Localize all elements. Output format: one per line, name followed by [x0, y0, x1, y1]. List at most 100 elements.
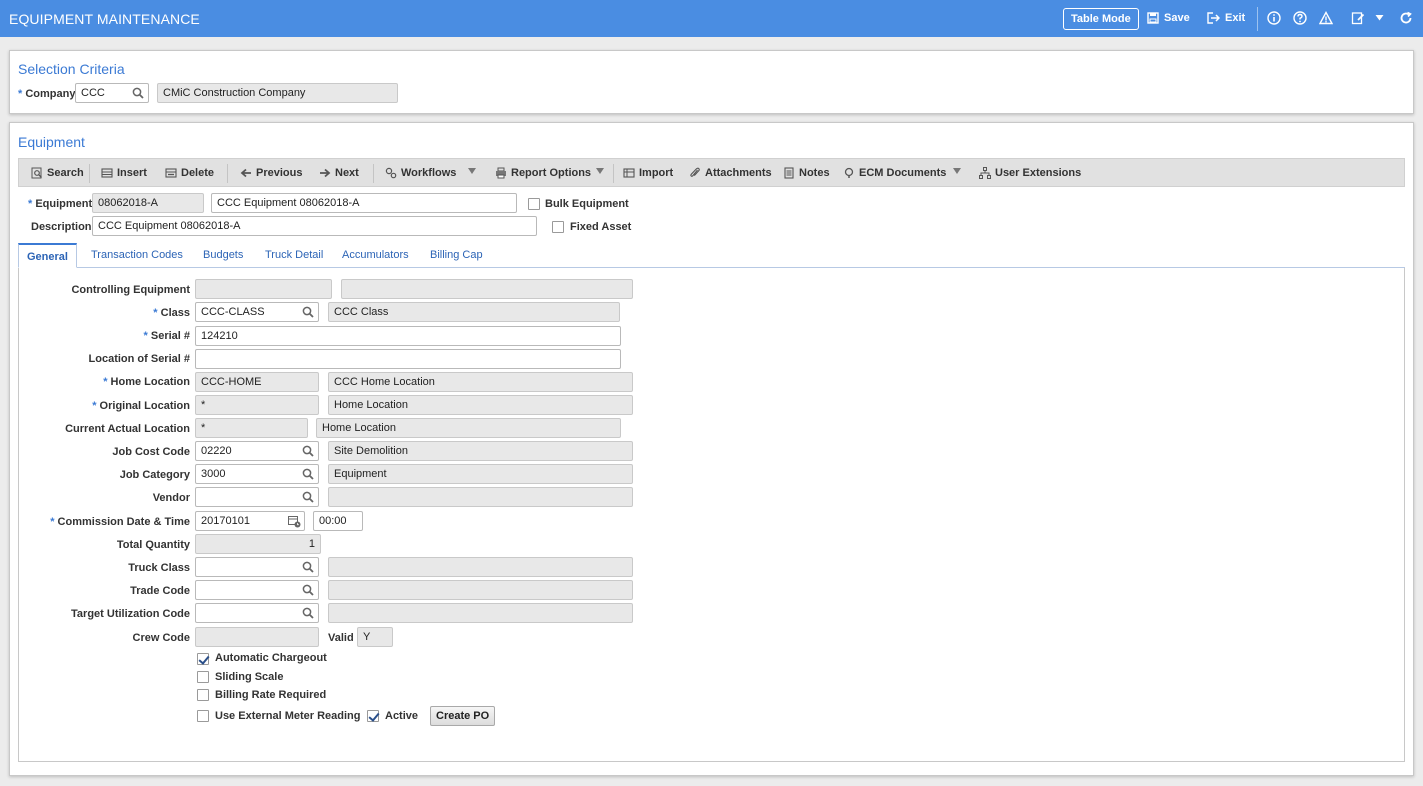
crew-code-label: Crew Code — [132, 632, 190, 644]
fixed-asset-label: Fixed Asset — [570, 221, 632, 233]
sliding-scale-label: Sliding Scale — [215, 671, 284, 683]
job-category-input[interactable]: 3000 — [195, 464, 319, 484]
automatic-chargeout-checkbox[interactable] — [197, 653, 209, 665]
original-location-label: * Original Location — [92, 400, 190, 412]
ecm-documents-dropdown-icon[interactable] — [953, 168, 961, 174]
location-of-serial-input[interactable] — [195, 349, 621, 369]
save-icon — [1147, 12, 1159, 24]
save-label: Save — [1164, 12, 1190, 24]
attachments-button[interactable]: Attachments — [689, 167, 772, 179]
info-icon[interactable] — [1267, 11, 1281, 25]
warning-icon[interactable] — [1319, 11, 1333, 25]
target-utilization-code-desc — [328, 603, 633, 623]
search-icon[interactable] — [132, 87, 144, 99]
active-label: Active — [385, 710, 419, 722]
search-button[interactable]: Search — [31, 167, 84, 179]
paperclip-icon — [690, 167, 700, 177]
vendor-desc — [328, 487, 633, 507]
location-of-serial-label: Location of Serial # — [88, 353, 190, 365]
ecm-documents-button[interactable]: ECM Documents — [843, 167, 946, 179]
total-quantity-field: 1 — [195, 534, 321, 554]
target-utilization-code-label: Target Utilization Code — [71, 608, 190, 620]
toolbar-divider — [89, 164, 90, 183]
toolbar-divider — [373, 164, 374, 183]
truck-class-label: Truck Class — [128, 562, 190, 574]
edit-notes-icon[interactable] — [1351, 11, 1365, 25]
vendor-input[interactable] — [195, 487, 319, 507]
notes-icon — [784, 167, 794, 179]
job-cost-code-desc: Site Demolition — [328, 441, 633, 461]
sliding-scale-checkbox[interactable] — [197, 671, 209, 683]
refresh-icon[interactable] — [1399, 11, 1413, 25]
tab-billing-cap[interactable]: Billing Cap — [430, 249, 483, 261]
truck-class-desc — [328, 557, 633, 577]
billing-rate-required-checkbox[interactable] — [197, 689, 209, 701]
bulk-equipment-checkbox[interactable] — [528, 198, 540, 210]
insert-icon — [101, 168, 113, 178]
selection-criteria-panel: Selection Criteria * Company CCC CMiC Co… — [9, 50, 1414, 114]
exit-label: Exit — [1225, 12, 1246, 24]
search-icon[interactable] — [302, 584, 314, 596]
import-button[interactable]: Import — [623, 167, 673, 179]
class-desc: CCC Class — [328, 302, 620, 322]
tab-general[interactable]: General — [18, 243, 77, 268]
search-icon[interactable] — [302, 607, 314, 619]
description-input[interactable]: CCC Equipment 08062018-A — [92, 216, 537, 236]
tab-budgets[interactable]: Budgets — [203, 249, 243, 261]
target-utilization-code-input[interactable] — [195, 603, 319, 623]
toolbar-divider — [227, 164, 228, 183]
equipment-title: Equipment — [18, 134, 85, 150]
workflows-button[interactable]: Workflows — [385, 167, 456, 179]
billing-rate-required-label: Billing Rate Required — [215, 689, 327, 701]
company-input[interactable]: CCC — [75, 83, 149, 103]
report-options-dropdown-icon[interactable] — [596, 168, 604, 174]
serial-input[interactable]: 124210 — [195, 326, 621, 346]
use-external-meter-reading-checkbox[interactable] — [197, 710, 209, 722]
home-location-label: * Home Location — [103, 376, 190, 388]
active-checkbox[interactable] — [367, 710, 379, 722]
search-icon — [31, 167, 42, 179]
trade-code-input[interactable] — [195, 580, 319, 600]
next-button[interactable]: Next — [319, 167, 359, 179]
controlling-equipment-code — [195, 279, 332, 299]
table-mode-button[interactable]: Table Mode — [1063, 8, 1139, 30]
insert-button[interactable]: Insert — [101, 167, 147, 179]
search-icon[interactable] — [302, 561, 314, 573]
search-icon[interactable] — [302, 306, 314, 318]
workflows-dropdown-icon[interactable] — [468, 168, 476, 174]
fixed-asset-checkbox[interactable] — [552, 221, 564, 233]
commission-date-input[interactable]: 20170101 — [195, 511, 305, 531]
job-category-desc: Equipment — [328, 464, 633, 484]
help-icon[interactable] — [1293, 11, 1307, 25]
calendar-icon[interactable] — [288, 515, 301, 528]
class-input[interactable]: CCC-CLASS — [195, 302, 319, 322]
company-label: * Company — [18, 88, 76, 100]
equipment-name-input[interactable]: CCC Equipment 08062018-A — [211, 193, 517, 213]
tab-accumulators[interactable]: Accumulators — [342, 249, 409, 261]
tab-transaction-codes[interactable]: Transaction Codes — [91, 249, 183, 261]
header-divider — [1257, 7, 1258, 31]
valid-label: Valid — [328, 632, 354, 644]
crew-code-field — [195, 627, 319, 647]
exit-button[interactable]: Exit — [1207, 12, 1245, 24]
chevron-down-icon[interactable] — [1375, 14, 1384, 22]
exit-icon — [1207, 12, 1220, 24]
tab-truck-detail[interactable]: Truck Detail — [265, 249, 323, 261]
save-button[interactable]: Save — [1147, 12, 1190, 24]
search-icon[interactable] — [302, 468, 314, 480]
search-icon[interactable] — [302, 491, 314, 503]
job-cost-code-input[interactable]: 02220 — [195, 441, 319, 461]
delete-button[interactable]: Delete — [165, 167, 214, 179]
current-actual-location-code: * — [195, 418, 308, 438]
import-icon — [623, 168, 635, 178]
toolbar-divider — [613, 164, 614, 183]
report-options-button[interactable]: Report Options — [495, 167, 591, 179]
user-extensions-button[interactable]: User Extensions — [979, 167, 1081, 179]
previous-button[interactable]: Previous — [240, 167, 302, 179]
job-cost-code-label: Job Cost Code — [112, 446, 190, 458]
create-po-button[interactable]: Create PO — [430, 706, 496, 726]
commission-time-input[interactable]: 00:00 — [313, 511, 363, 531]
search-icon[interactable] — [302, 445, 314, 457]
notes-button[interactable]: Notes — [783, 167, 830, 179]
truck-class-input[interactable] — [195, 557, 319, 577]
